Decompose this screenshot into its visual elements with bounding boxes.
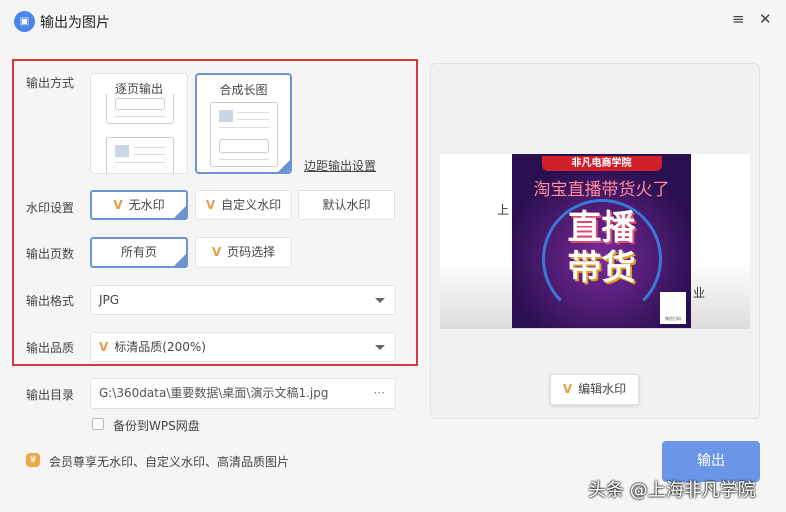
page-thumb-icon [106, 137, 174, 173]
poster-image: 非凡电商学院 淘宝直播带货火了 直播 带货 微信扫码 [512, 154, 691, 328]
page-select-label: 页码选择 [227, 245, 276, 259]
poster-big-text: 带货 [567, 248, 636, 288]
backup-checkbox[interactable] [92, 418, 104, 430]
chevron-down-icon [375, 345, 385, 350]
page-thumb-icon [106, 94, 174, 124]
vip-icon: V [211, 245, 222, 259]
format-select[interactable]: JPG [90, 285, 396, 315]
edit-watermark-button[interactable]: V 编辑水印 [550, 374, 639, 405]
quality-label: 输出品质 [26, 341, 75, 355]
mode-long-image-card[interactable]: 合成长图 [195, 73, 292, 174]
quality-select[interactable]: V 标清品质(200%) [90, 332, 396, 362]
mode-long-image-label: 合成长图 [219, 83, 268, 97]
preview-side-text: 业 [693, 286, 706, 300]
custom-watermark-button[interactable]: V 自定义水印 [195, 190, 292, 220]
member-crown-icon: ♛ [26, 453, 40, 467]
pages-label: 输出页数 [26, 247, 75, 261]
window-title: 输出为图片 [40, 15, 110, 31]
preview-panel: 上 业 非凡电商学院 淘宝直播带货火了 直播 带货 微信扫码 V 编辑水印 [430, 63, 760, 419]
close-icon[interactable]: ✕ [759, 10, 772, 28]
poster-big-text: 直播 [567, 208, 636, 248]
no-watermark-label: 无水印 [128, 198, 165, 212]
no-watermark-button[interactable]: V 无水印 [90, 190, 200, 232]
selected-check-icon [173, 253, 200, 280]
vip-icon: V [113, 198, 123, 212]
long-image-thumb-icon [210, 102, 278, 167]
poster-brand: 非凡电商学院 [541, 156, 662, 171]
mode-per-page-card[interactable]: 逐页输出 [90, 73, 188, 174]
overlay-watermark: 头条 @上海非凡学院 [588, 480, 756, 501]
margin-settings-link[interactable]: 边距输出设置 [304, 157, 376, 174]
preview-side-text: 上 [497, 203, 510, 217]
watermark-label: 水印设置 [26, 201, 75, 215]
menu-icon[interactable]: ≡ [732, 10, 745, 28]
member-note: 会员尊享无水印、自定义水印、高清品质图片 [49, 455, 290, 469]
all-pages-label: 所有页 [120, 245, 157, 259]
edit-watermark-label: 编辑水印 [578, 382, 627, 396]
poster-headline: 淘宝直播带货火了 [533, 180, 670, 200]
image-icon: ▣ [14, 11, 35, 32]
vip-icon: V [205, 198, 216, 212]
chevron-down-icon [375, 298, 385, 303]
output-mode-label: 输出方式 [26, 76, 75, 90]
all-pages-button[interactable]: 所有页 [90, 237, 200, 280]
vip-icon: V [99, 340, 109, 354]
format-value: JPG [99, 293, 120, 307]
page-select-button[interactable]: V 页码选择 [195, 237, 292, 268]
custom-watermark-label: 自定义水印 [221, 198, 282, 212]
browse-icon[interactable]: ··· [374, 379, 385, 408]
vip-icon: V [562, 382, 573, 396]
directory-label: 输出目录 [26, 388, 75, 402]
selected-check-icon [277, 159, 290, 172]
directory-value: G:\360data\重要数据\桌面\演示文稿1.jpg [99, 386, 329, 400]
backup-label: 备份到WPS网盘 [113, 419, 200, 433]
default-watermark-button[interactable]: 默认水印 [298, 190, 395, 220]
qr-code: 微信扫码 [660, 292, 686, 324]
quality-value: 标清品质(200%) [114, 340, 206, 354]
preview-image: 上 业 非凡电商学院 淘宝直播带货火了 直播 带货 微信扫码 [440, 154, 750, 329]
format-label: 输出格式 [26, 294, 75, 308]
selected-check-icon [173, 205, 200, 232]
directory-input[interactable]: G:\360data\重要数据\桌面\演示文稿1.jpg ··· [90, 378, 396, 409]
